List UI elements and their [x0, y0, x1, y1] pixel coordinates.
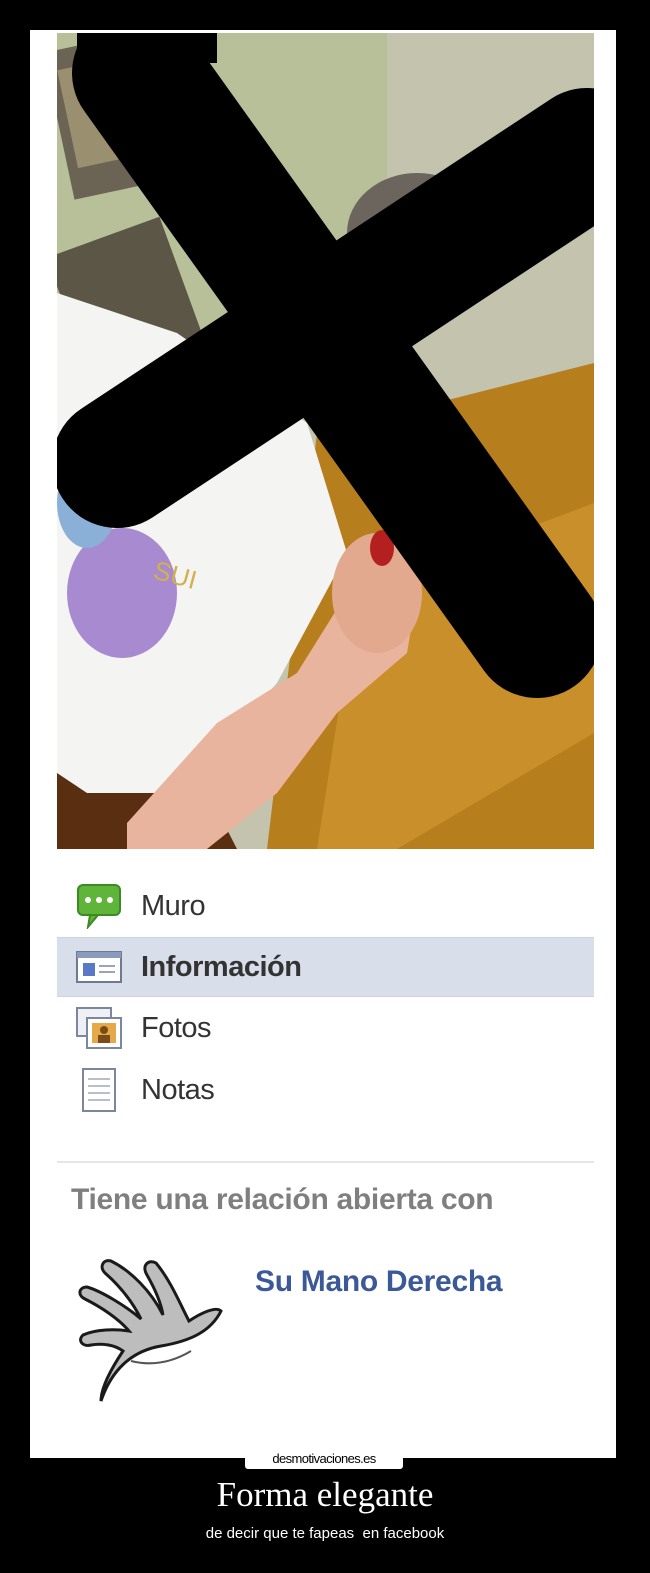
nav-label-notas: Notas — [141, 1073, 215, 1106]
nav-label-muro: Muro — [141, 889, 206, 922]
site-watermark: desmotivaciones.es — [245, 1449, 403, 1469]
nav-item-fotos[interactable]: Fotos — [57, 997, 594, 1059]
nav-item-notas[interactable]: Notas — [57, 1059, 594, 1121]
caption-title: Forma elegante — [216, 1475, 434, 1514]
relationship-partner-link[interactable]: Su Mano Derecha — [255, 1265, 503, 1299]
nav-item-informacion[interactable]: Información — [57, 937, 594, 997]
caption-subtitle: de decir que te fapeas en facebook — [205, 1525, 445, 1542]
hand-avatar-icon[interactable] — [71, 1251, 227, 1403]
profile-nav: Muro Información Fotos Notas — [57, 875, 594, 1121]
nav-label-fotos: Fotos — [141, 1011, 212, 1044]
facebook-profile-panel: SUI Muro Información Fotos Notas Tiene u… — [57, 33, 594, 1453]
nav-label-informacion: Información — [141, 950, 302, 983]
section-divider — [57, 1161, 594, 1163]
profile-photo[interactable]: SUI — [57, 33, 594, 849]
info-card-icon — [73, 943, 125, 991]
relationship-heading: Tiene una relación abierta con — [71, 1183, 494, 1216]
notes-icon — [73, 1066, 125, 1114]
nav-item-muro[interactable]: Muro — [57, 875, 594, 937]
photos-icon — [73, 1004, 125, 1052]
wall-speech-bubble-icon — [73, 882, 125, 930]
